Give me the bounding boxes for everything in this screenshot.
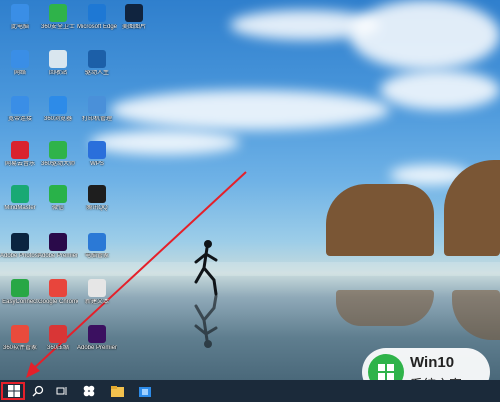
desktop-icon[interactable]: 回收站 bbox=[38, 50, 78, 77]
desktop-icon[interactable]: 驱动人生 bbox=[77, 50, 117, 77]
desktop-icon-label: 回收站 bbox=[48, 70, 67, 76]
desktop-icon[interactable]: 360驱动大师 bbox=[38, 141, 78, 168]
search-button[interactable] bbox=[28, 380, 48, 402]
edge-icon bbox=[88, 4, 106, 22]
desktop-icon-label: MindMaster bbox=[4, 205, 36, 211]
recycle-bin-icon bbox=[49, 50, 67, 68]
desktop-icon[interactable]: 360浏览器 bbox=[38, 96, 78, 123]
desktop-icon-label: 网络 bbox=[13, 70, 26, 76]
music-icon bbox=[11, 141, 29, 159]
desktop-icon-label: 微信 bbox=[51, 205, 64, 211]
desktop-icon[interactable]: 新建文本 bbox=[77, 279, 117, 306]
desktop-icon-label: 360软件管家 bbox=[2, 345, 37, 351]
start-button-highlight bbox=[1, 382, 25, 400]
wechat-icon bbox=[49, 185, 67, 203]
search-icon bbox=[32, 385, 44, 397]
desktop-icon-label: Adobe Photosh... bbox=[0, 253, 40, 259]
desktop-icon[interactable]: WPS bbox=[77, 141, 117, 168]
taskbar-app[interactable] bbox=[78, 380, 100, 402]
chrome-icon bbox=[49, 279, 67, 297]
desktop-icon-label: 腾讯QQ bbox=[86, 205, 108, 211]
desktop-icon-label: Google Chrome bbox=[38, 299, 78, 305]
desktop-icon[interactable]: 此电脑 bbox=[0, 4, 40, 31]
driver-master-icon bbox=[49, 141, 67, 159]
desktop-icon[interactable]: Adobe Premiere... bbox=[77, 325, 117, 352]
desktop-icon[interactable]: 网易云音乐 bbox=[0, 141, 40, 168]
desktop-icon[interactable]: Adobe Premier... bbox=[38, 233, 78, 260]
desktop-icon-label: 网易云音乐 bbox=[4, 161, 35, 167]
desktop-icon-label: Adobe Premiere... bbox=[77, 345, 117, 351]
desktop-icon[interactable]: 电脑管家 bbox=[77, 233, 117, 260]
desktop-icon-label: 360浏览器 bbox=[43, 116, 72, 122]
desktop-icon[interactable]: Adobe Photosh... bbox=[0, 233, 40, 260]
wps-icon bbox=[88, 141, 106, 159]
desktop-icon[interactable]: 美图图片 bbox=[114, 4, 154, 31]
computer-icon bbox=[11, 4, 29, 22]
desktop-icon-label: WPS bbox=[90, 161, 104, 167]
desktop-icon-label: 360压缩 bbox=[46, 345, 69, 351]
desktop-icon-label: Adobe Premier... bbox=[38, 253, 78, 259]
desktop-icon[interactable]: 360安全卫士 bbox=[38, 4, 78, 31]
desktop-icon[interactable]: Microsoft Edge bbox=[77, 4, 117, 31]
software-manager-icon bbox=[11, 325, 29, 343]
store-button[interactable] bbox=[134, 380, 156, 402]
premiere-file-icon bbox=[88, 325, 106, 343]
premiere-icon bbox=[49, 233, 67, 251]
easyconnect-icon bbox=[11, 279, 29, 297]
text-file-icon bbox=[88, 279, 106, 297]
desktop-icon[interactable]: 微信 bbox=[38, 185, 78, 212]
desktop-icon[interactable]: MindMaster bbox=[0, 185, 40, 212]
taskbar bbox=[0, 380, 500, 402]
desktop-icon[interactable]: EasyConnect bbox=[0, 279, 40, 306]
broadband-icon bbox=[11, 96, 29, 114]
desktop-icon-label: 此电脑 bbox=[10, 24, 29, 30]
desktop-icon-label: 驱动人生 bbox=[84, 70, 109, 76]
desktop-icon-label: Microsoft Edge bbox=[77, 24, 117, 30]
task-view-button[interactable] bbox=[52, 380, 72, 402]
store-icon bbox=[139, 387, 151, 397]
driver-icon bbox=[88, 50, 106, 68]
watermark-title: Win10 bbox=[410, 354, 455, 371]
desktop-icon-label: 宽带连接 bbox=[7, 116, 32, 122]
desktop-icon-label: 电脑管家 bbox=[84, 253, 109, 259]
desktop-icon-label: 美图图片 bbox=[121, 24, 146, 30]
desktop-icon-label: 打印机管理 bbox=[81, 116, 112, 122]
pc-manager-icon bbox=[88, 233, 106, 251]
file-explorer-button[interactable] bbox=[106, 380, 128, 402]
desktop-background: 此电脑 360安全卫士 Microsoft Edge 美图图片网络 回收站 驱动人生宽带连… bbox=[0, 0, 500, 402]
shield-icon bbox=[49, 4, 67, 22]
desktop-icon-label: 360驱动大师 bbox=[40, 161, 75, 167]
desktop-icon[interactable]: 360压缩 bbox=[38, 325, 78, 352]
folder-icon bbox=[110, 385, 124, 397]
mindmaster-icon bbox=[11, 185, 29, 203]
desktop-icon[interactable]: 网络 bbox=[0, 50, 40, 77]
qq-icon bbox=[88, 185, 106, 203]
desktop-icon[interactable]: 宽带连接 bbox=[0, 96, 40, 123]
browser-360-icon bbox=[49, 96, 67, 114]
desktop-icon-label: 360安全卫士 bbox=[40, 24, 75, 30]
task-view-icon bbox=[56, 387, 67, 395]
desktop-icon[interactable]: 腾讯QQ bbox=[77, 185, 117, 212]
zip-icon bbox=[49, 325, 67, 343]
desktop-icon[interactable]: 打印机管理 bbox=[77, 96, 117, 123]
photoshop-icon bbox=[11, 233, 29, 251]
network-icon bbox=[11, 50, 29, 68]
printer-icon bbox=[88, 96, 106, 114]
desktop-icon[interactable]: Google Chrome bbox=[38, 279, 78, 306]
desktop-icon-label: EasyConnect bbox=[2, 299, 38, 305]
desktop-icon[interactable]: 360软件管家 bbox=[0, 325, 40, 352]
desktop-icon-label: 新建文本 bbox=[84, 299, 109, 305]
app-icon bbox=[83, 385, 95, 397]
ps-icon bbox=[125, 4, 143, 22]
